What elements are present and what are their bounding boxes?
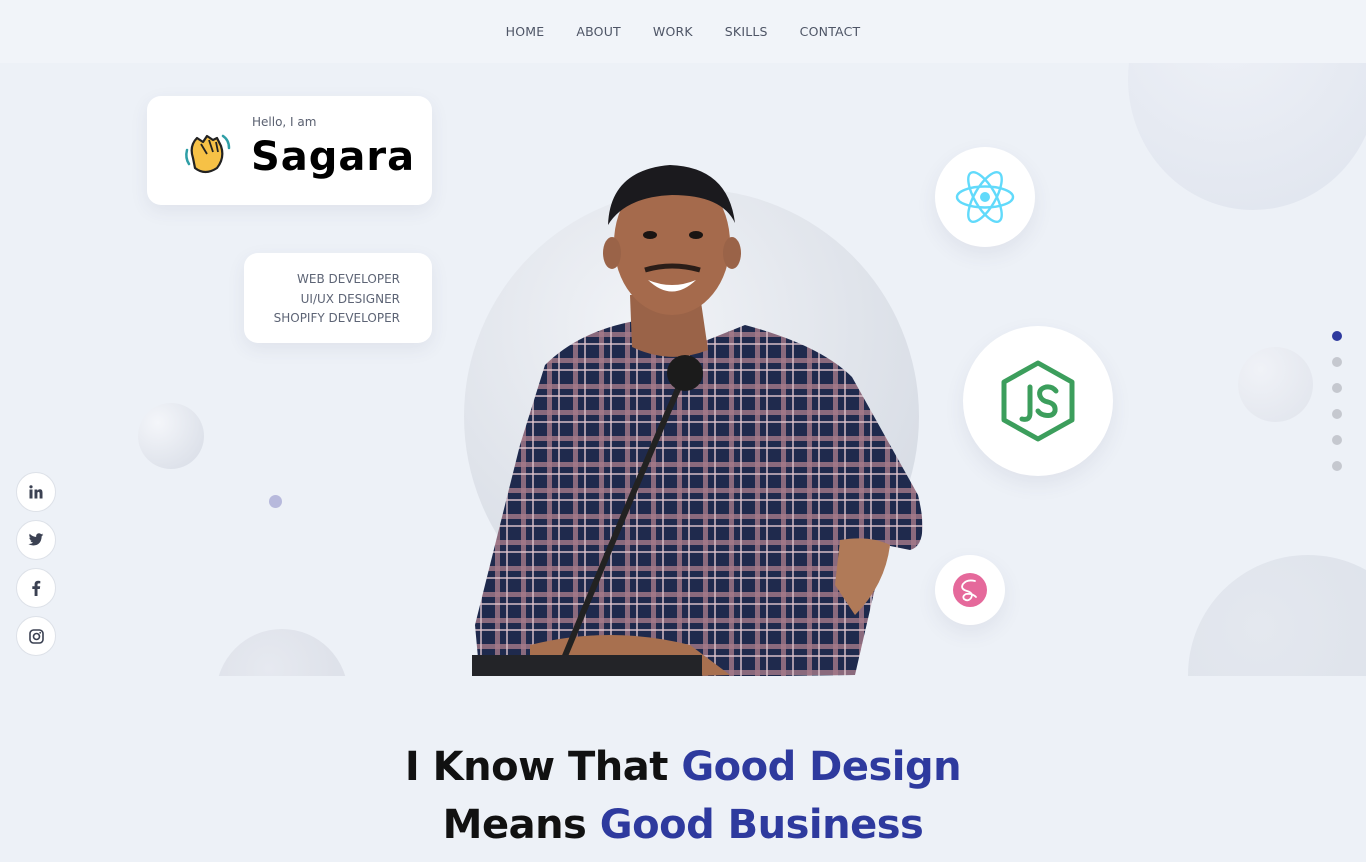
sass-icon — [953, 573, 987, 607]
tagline-line-2: Means Good Business — [0, 796, 1366, 854]
social-links — [16, 472, 56, 656]
facebook-icon — [32, 580, 41, 596]
nodejs-icon — [1001, 360, 1075, 442]
tagline-text: Means — [442, 802, 587, 848]
tagline-highlight: Good Business — [599, 802, 924, 848]
waving-hand-icon — [185, 134, 231, 174]
role-item: UI/UX DESIGNER — [300, 291, 400, 306]
nav-skills-link[interactable]: SKILLS — [725, 24, 768, 39]
decorative-bubble — [216, 629, 348, 676]
react-badge — [935, 147, 1035, 247]
twitter-link[interactable] — [16, 520, 56, 560]
nav-about-link[interactable]: ABOUT — [576, 24, 621, 39]
section-dot[interactable] — [1332, 383, 1342, 393]
nav-home-link[interactable]: HOME — [506, 24, 545, 39]
roles-card: WEB DEVELOPER UI/UX DESIGNER SHOPIFY DEV… — [244, 253, 432, 343]
section-dot-nav — [1332, 331, 1342, 471]
section-dot[interactable] — [1332, 461, 1342, 471]
profile-photo — [472, 165, 923, 676]
greeting-text: Hello, I am — [252, 115, 317, 129]
role-item: SHOPIFY DEVELOPER — [273, 311, 400, 325]
decorative-bubble — [138, 403, 204, 469]
section-dot[interactable] — [1332, 331, 1342, 341]
react-icon — [955, 170, 1015, 224]
instagram-icon — [28, 628, 44, 644]
linkedin-icon — [29, 485, 43, 499]
tagline-line-1: I Know That Good Design — [0, 738, 1366, 796]
decorative-dot — [269, 495, 282, 508]
main-nav: HOME ABOUT WORK SKILLS CONTACT — [0, 0, 1366, 63]
decorative-bubble — [1188, 555, 1366, 676]
section-dot[interactable] — [1332, 435, 1342, 445]
sass-badge — [935, 555, 1005, 625]
instagram-link[interactable] — [16, 616, 56, 656]
section-dot[interactable] — [1332, 357, 1342, 367]
tagline-text: I Know That — [404, 744, 669, 790]
role-item: WEB DEVELOPER — [297, 272, 400, 286]
decorative-bubble — [1128, 63, 1366, 210]
section-dot[interactable] — [1332, 409, 1342, 419]
nodejs-badge — [963, 326, 1113, 476]
facebook-link[interactable] — [16, 568, 56, 608]
decorative-bubble — [1238, 347, 1313, 422]
nav-contact-link[interactable]: CONTACT — [800, 24, 861, 39]
tagline-heading: I Know That Good Design Means Good Busin… — [0, 738, 1366, 854]
hero-name: Sagara — [251, 134, 416, 180]
tagline-highlight: Good Design — [681, 744, 962, 790]
intro-card: Hello, I am Sagara — [147, 96, 432, 205]
nav-work-link[interactable]: WORK — [653, 24, 693, 39]
linkedin-link[interactable] — [16, 472, 56, 512]
twitter-icon — [28, 533, 44, 546]
